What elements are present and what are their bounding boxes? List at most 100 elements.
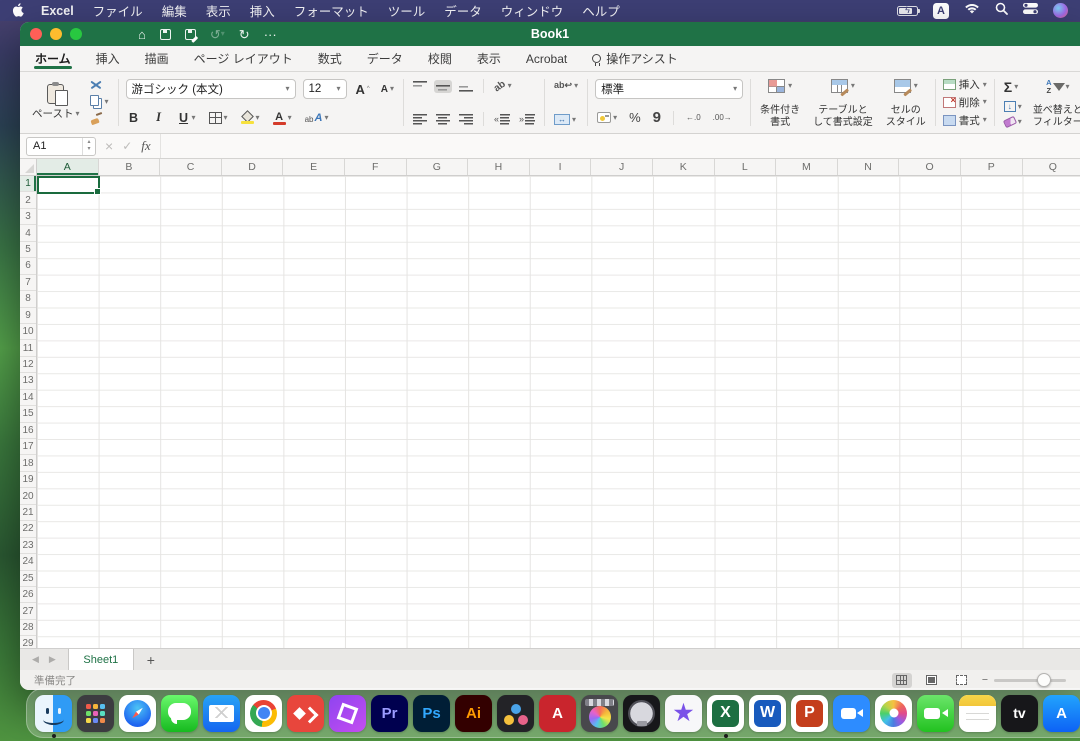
currency-format-button[interactable]: ▾ xyxy=(595,111,619,124)
row-header-15[interactable]: 15 xyxy=(20,406,36,422)
menu-ウィンドウ[interactable]: ウィンドウ xyxy=(501,1,564,20)
row-header-10[interactable]: 10 xyxy=(20,324,36,340)
sheet-tab[interactable]: Sheet1 xyxy=(68,649,134,670)
row-header-16[interactable]: 16 xyxy=(20,423,36,439)
row-header-2[interactable]: 2 xyxy=(20,192,36,208)
dock-facetime[interactable] xyxy=(916,691,955,735)
phonetic-button[interactable]: abA▾ xyxy=(303,111,331,125)
row-header-5[interactable]: 5 xyxy=(20,242,36,258)
dock-illustrator[interactable]: Ai xyxy=(454,691,493,735)
column-header-F[interactable]: F xyxy=(345,159,407,175)
dock-affinity-photo[interactable] xyxy=(328,691,367,735)
cut-button[interactable] xyxy=(88,78,111,91)
column-header-H[interactable]: H xyxy=(468,159,530,175)
row-header-25[interactable]: 25 xyxy=(20,571,36,587)
italic-button[interactable]: I xyxy=(151,109,167,126)
tab-Acrobat[interactable]: Acrobat xyxy=(525,46,568,71)
paste-button[interactable]: ペースト▾ xyxy=(30,76,82,129)
column-header-D[interactable]: D xyxy=(222,159,284,175)
dock-notes[interactable] xyxy=(958,691,997,735)
dock-final-cut-pro[interactable] xyxy=(580,691,619,735)
dock-apple-tv[interactable]: tv xyxy=(1000,691,1039,735)
column-header-A[interactable]: A xyxy=(37,159,99,175)
save-icon[interactable] xyxy=(160,29,171,40)
menu-フォーマット[interactable]: フォーマット xyxy=(294,1,369,20)
increase-decimal-button[interactable]: ←.0 xyxy=(684,112,703,123)
tab-ホーム[interactable]: ホーム xyxy=(34,46,72,71)
menu-ヘルプ[interactable]: ヘルプ xyxy=(582,1,620,20)
format-as-table-button[interactable]: ▾ テーブルとして書式設定 xyxy=(811,76,875,129)
dock-premiere-pro[interactable]: Pr xyxy=(370,691,409,735)
column-header-O[interactable]: O xyxy=(899,159,961,175)
fill-color-button[interactable]: ▾ xyxy=(239,110,262,125)
clear-button[interactable]: ▾ xyxy=(1002,117,1024,127)
autosum-button[interactable]: Σ▾ xyxy=(1002,78,1024,96)
shrink-font-button[interactable]: A▾ xyxy=(379,83,396,96)
row-header-14[interactable]: 14 xyxy=(20,390,36,406)
comma-format-button[interactable]: 9 xyxy=(651,112,663,123)
align-bottom-button[interactable] xyxy=(457,80,475,93)
column-header-P[interactable]: P xyxy=(961,159,1023,175)
minimize-button[interactable] xyxy=(50,28,62,40)
control-center-icon[interactable] xyxy=(1023,2,1038,20)
dock-launchpad[interactable] xyxy=(76,691,115,735)
copy-button[interactable]: ▾ xyxy=(88,94,111,110)
row-header-20[interactable]: 20 xyxy=(20,488,36,504)
row-header-27[interactable]: 27 xyxy=(20,603,36,619)
column-header-E[interactable]: E xyxy=(283,159,345,175)
menu-編集[interactable]: 編集 xyxy=(162,1,187,20)
dock-acrobat[interactable]: A xyxy=(538,691,577,735)
tab-操作アシスト[interactable]: 操作アシスト xyxy=(591,46,679,71)
dock-finder[interactable] xyxy=(34,691,73,735)
underline-button[interactable]: U▾ xyxy=(176,110,198,126)
apple-menu-icon[interactable] xyxy=(12,4,25,18)
column-header-M[interactable]: M xyxy=(776,159,838,175)
dock-zoom[interactable] xyxy=(832,691,871,735)
insert-function-icon[interactable]: fx xyxy=(141,138,150,154)
battery-charging-icon[interactable]: ϟ xyxy=(897,6,918,16)
align-middle-button[interactable] xyxy=(434,80,452,93)
menu-app-name[interactable]: Excel xyxy=(41,4,74,18)
insert-cells-button[interactable]: 挿入▾ xyxy=(943,77,987,92)
row-header-11[interactable]: 11 xyxy=(20,340,36,356)
add-sheet-button[interactable]: + xyxy=(134,649,168,670)
column-header-Q[interactable]: Q xyxy=(1023,159,1080,175)
dock-red-diamond-app[interactable] xyxy=(286,691,325,735)
dock-app-store[interactable]: A xyxy=(1042,691,1080,735)
tab-挿入[interactable]: 挿入 xyxy=(95,46,121,71)
undo-icon[interactable]: ↺ ▾ xyxy=(210,28,225,41)
row-header-21[interactable]: 21 xyxy=(20,505,36,521)
column-header-I[interactable]: I xyxy=(530,159,592,175)
wifi-icon[interactable] xyxy=(964,2,980,20)
increase-indent-button[interactable]: » xyxy=(517,113,537,126)
grow-font-button[interactable]: A^ xyxy=(354,81,372,98)
row-header-8[interactable]: 8 xyxy=(20,291,36,307)
merge-center-button[interactable]: ↔▾ xyxy=(552,113,578,126)
next-sheet-button[interactable]: ▶ xyxy=(49,654,56,665)
decrease-indent-button[interactable]: « xyxy=(492,113,512,126)
fullscreen-button[interactable] xyxy=(70,28,82,40)
row-header-24[interactable]: 24 xyxy=(20,554,36,570)
orientation-button[interactable]: ab▾ xyxy=(492,80,514,93)
dock-mail[interactable] xyxy=(202,691,241,735)
formula-input[interactable] xyxy=(160,134,1074,158)
column-header-K[interactable]: K xyxy=(653,159,715,175)
row-header-3[interactable]: 3 xyxy=(20,209,36,225)
fill-button[interactable]: ↓▾ xyxy=(1002,100,1024,113)
selected-cell[interactable] xyxy=(37,176,100,194)
row-header-18[interactable]: 18 xyxy=(20,455,36,471)
row-header-9[interactable]: 9 xyxy=(20,308,36,324)
column-header-C[interactable]: C xyxy=(160,159,222,175)
conditional-formatting-button[interactable]: ▾ 条件付き書式 xyxy=(758,76,802,129)
dock-messages[interactable] xyxy=(160,691,199,735)
dock-photos[interactable] xyxy=(874,691,913,735)
cancel-icon[interactable]: × xyxy=(105,138,113,154)
name-box[interactable]: A1 ▴▾ xyxy=(26,137,96,156)
dock-word[interactable]: W xyxy=(748,691,787,735)
row-header-28[interactable]: 28 xyxy=(20,620,36,636)
row-header-7[interactable]: 7 xyxy=(20,275,36,291)
prev-sheet-button[interactable]: ◀ xyxy=(32,654,39,665)
row-header-29[interactable]: 29 xyxy=(20,636,36,648)
align-top-button[interactable] xyxy=(411,80,429,93)
column-header-B[interactable]: B xyxy=(99,159,161,175)
